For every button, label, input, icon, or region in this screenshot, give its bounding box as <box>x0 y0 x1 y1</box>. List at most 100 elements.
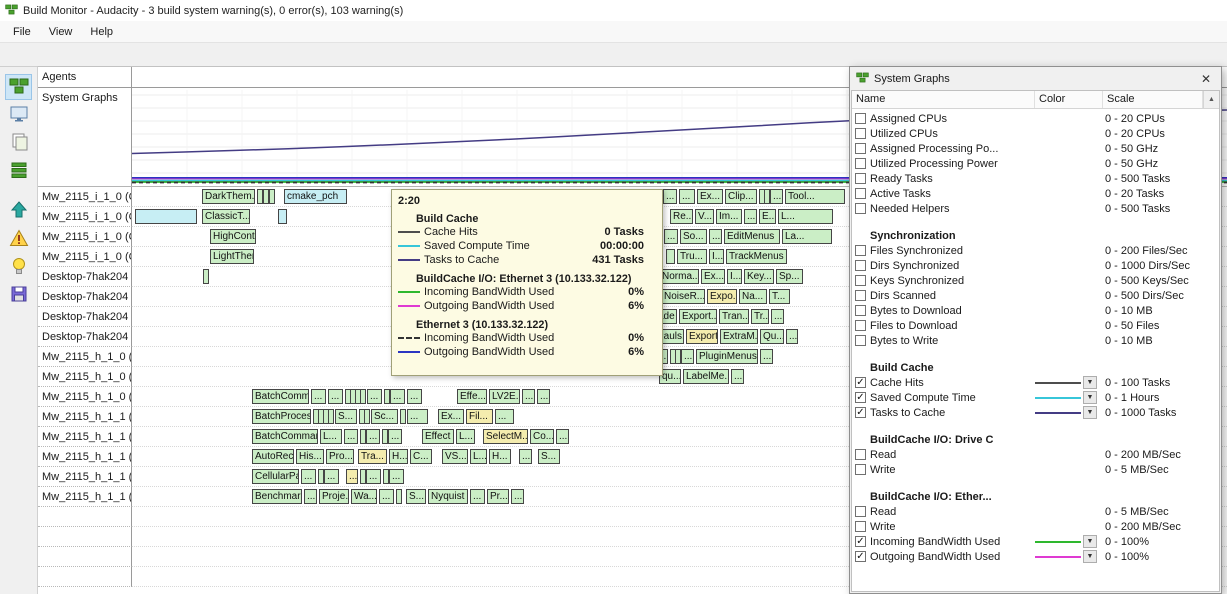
task-block[interactable]: ... <box>511 489 524 504</box>
agent-name[interactable]: Mw_2115_h_1_1 (C <box>38 467 132 487</box>
graph-series-row[interactable]: Dirs Synchronized0 - 1000 Dirs/Sec <box>852 258 1219 273</box>
task-block[interactable]: ... <box>664 229 678 244</box>
task-block[interactable]: Sp... <box>776 269 803 284</box>
task-block[interactable]: LabelMe... <box>683 369 729 384</box>
task-block[interactable]: ... <box>390 389 405 404</box>
task-block[interactable]: L... <box>456 429 475 444</box>
agent-name[interactable]: Desktop-7hak204 (C <box>38 307 132 327</box>
agent-name[interactable]: Mw_2115_h_1_1 (C <box>38 487 132 507</box>
task-block[interactable]: ... <box>495 409 514 424</box>
task-block[interactable]: ... <box>681 349 694 364</box>
column-header-name[interactable]: Name <box>852 91 1035 108</box>
graph-series-row[interactable]: ✓Incoming BandWidth Used▼0 - 100% <box>852 534 1219 549</box>
task-block[interactable]: ... <box>663 189 677 204</box>
task-block[interactable] <box>360 389 366 404</box>
task-block[interactable]: LV2E... <box>489 389 520 404</box>
task-block[interactable]: Export <box>686 329 718 344</box>
graph-series-row[interactable]: Needed Helpers0 - 500 Tasks <box>852 201 1219 216</box>
task-block[interactable]: Tran... <box>719 309 749 324</box>
series-checkbox[interactable] <box>855 335 866 346</box>
task-block[interactable]: cmake_pch <box>284 189 347 204</box>
graph-series-row[interactable]: Utilized Processing Power0 - 50 GHz <box>852 156 1219 171</box>
task-block[interactable]: S... <box>406 489 426 504</box>
task-block[interactable]: Tra... <box>358 449 387 464</box>
graph-series-row[interactable]: Read0 - 200 MB/Sec <box>852 447 1219 462</box>
task-block[interactable]: ... <box>744 209 757 224</box>
agent-name[interactable]: Mw_2115_i_1_0 (Co <box>38 247 132 267</box>
sidebar-button-summary[interactable] <box>5 198 32 224</box>
task-block[interactable]: I... <box>709 249 724 264</box>
task-block[interactable]: BatchCommands <box>252 429 318 444</box>
agent-name[interactable]: Mw_2115_h_1_0 (C <box>38 347 132 367</box>
system-graphs-row-label[interactable]: System Graphs <box>38 88 132 186</box>
task-block[interactable]: ... <box>407 409 428 424</box>
task-block[interactable]: ExtraM... <box>720 329 758 344</box>
task-block[interactable]: ... <box>366 429 380 444</box>
task-block[interactable]: Ex... <box>438 409 464 424</box>
task-block[interactable]: Pro... <box>326 449 354 464</box>
series-label[interactable]: Dirs Scanned <box>870 290 936 302</box>
series-checkbox[interactable] <box>855 188 866 199</box>
agent-name[interactable]: Mw_2115_h_1_1 (C <box>38 407 132 427</box>
task-block[interactable]: ... <box>679 189 695 204</box>
task-block[interactable]: ... <box>709 229 722 244</box>
task-block[interactable]: ... <box>760 349 773 364</box>
task-block[interactable]: ... <box>301 469 316 484</box>
graph-series-row[interactable]: Ready Tasks0 - 500 Tasks <box>852 171 1219 186</box>
series-label[interactable]: Outgoing BandWidth Used <box>870 551 1000 563</box>
series-label[interactable]: Files to Download <box>870 320 957 332</box>
task-block[interactable] <box>400 409 406 424</box>
task-block[interactable] <box>135 209 197 224</box>
task-block[interactable]: C... <box>410 449 432 464</box>
series-checkbox[interactable] <box>855 464 866 475</box>
series-label[interactable]: Tasks to Cache <box>870 407 945 419</box>
agent-name[interactable]: Mw_2115_h_1_0 (C <box>38 387 132 407</box>
graph-series-row[interactable]: ✓Outgoing BandWidth Used▼0 - 100% <box>852 549 1219 564</box>
agent-name[interactable]: Mw_2115_i_1_0 (Co <box>38 227 132 247</box>
series-label[interactable]: Write <box>870 464 895 476</box>
task-block[interactable] <box>269 189 275 204</box>
graph-series-row[interactable]: ✓Tasks to Cache▼0 - 1000 Tasks <box>852 405 1219 420</box>
series-color-dropdown[interactable]: ▼ <box>1083 535 1097 548</box>
series-checkbox[interactable] <box>855 320 866 331</box>
task-block[interactable]: Wa... <box>351 489 377 504</box>
task-block[interactable]: ... <box>470 489 485 504</box>
menu-view[interactable]: View <box>40 23 82 41</box>
column-header-scale[interactable]: Scale <box>1103 91 1203 108</box>
task-block[interactable]: Co... <box>530 429 554 444</box>
task-block[interactable]: His... <box>296 449 324 464</box>
task-block[interactable]: ... <box>522 389 535 404</box>
task-block[interactable]: ... <box>519 449 532 464</box>
column-header-color[interactable]: Color <box>1035 91 1103 108</box>
graph-series-row[interactable]: Files to Download0 - 50 Files <box>852 318 1219 333</box>
agent-name[interactable]: Desktop-7hak204 (C <box>38 267 132 287</box>
graph-series-row[interactable]: Bytes to Write0 - 10 MB <box>852 333 1219 348</box>
task-block[interactable]: NoiseR... <box>661 289 705 304</box>
agent-name[interactable]: Mw_2115_h_1_1 (C <box>38 447 132 467</box>
agent-name[interactable]: Mw_2115_h_1_1 (C <box>38 427 132 447</box>
series-checkbox[interactable] <box>855 260 866 271</box>
task-block[interactable]: H... <box>489 449 511 464</box>
task-block[interactable]: Re... <box>670 209 693 224</box>
task-block[interactable]: BatchProcess... <box>252 409 311 424</box>
sidebar-button-save[interactable] <box>5 282 32 308</box>
series-label[interactable]: Active Tasks <box>870 188 931 200</box>
task-block[interactable]: ... <box>556 429 569 444</box>
graph-series-row[interactable]: Read0 - 5 MB/Sec <box>852 504 1219 519</box>
series-checkbox[interactable] <box>855 449 866 460</box>
task-block[interactable]: ... <box>304 489 317 504</box>
task-block[interactable]: ... <box>786 329 798 344</box>
task-block[interactable]: ... <box>328 389 343 404</box>
series-checkbox[interactable] <box>855 290 866 301</box>
series-color-dropdown[interactable]: ▼ <box>1083 391 1097 404</box>
series-checkbox[interactable] <box>855 158 866 169</box>
task-block[interactable]: La... <box>782 229 832 244</box>
series-label[interactable]: Ready Tasks <box>870 173 933 185</box>
task-block[interactable]: ... <box>311 389 326 404</box>
task-block[interactable]: Proje... <box>319 489 349 504</box>
task-block[interactable]: ... <box>388 429 402 444</box>
series-checkbox[interactable] <box>855 305 866 316</box>
series-color-dropdown[interactable]: ▼ <box>1083 550 1097 563</box>
task-block[interactable]: Im... <box>716 209 742 224</box>
agent-name[interactable]: Desktop-7hak204 (C <box>38 327 132 347</box>
